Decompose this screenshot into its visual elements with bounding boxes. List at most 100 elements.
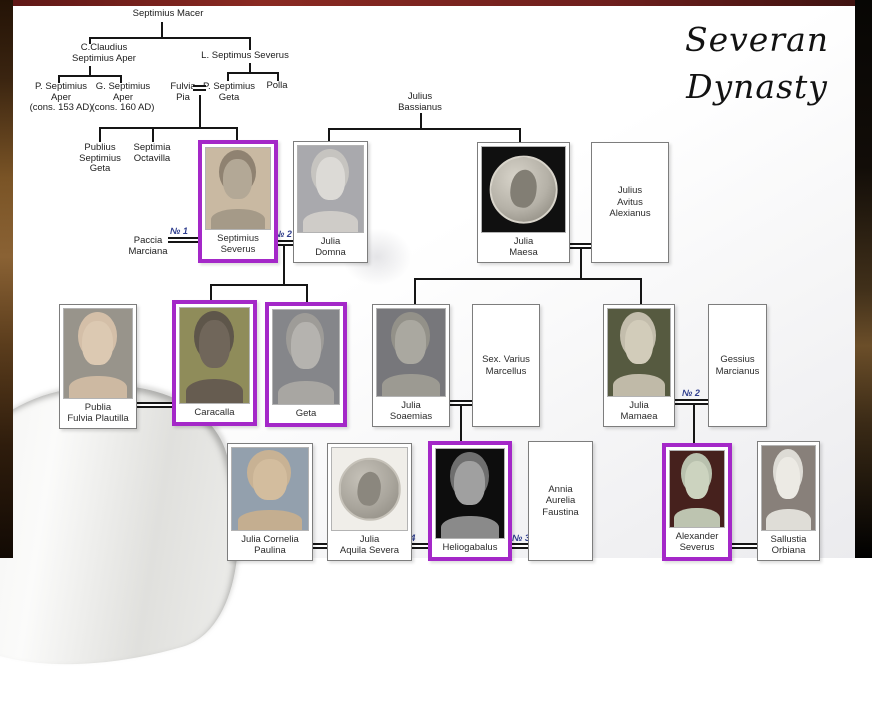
portrait-julia-aquila-severa: [331, 447, 408, 531]
connector-lseptimus-drop: [249, 37, 251, 50]
marriage-line-heliogabalus-annia: [512, 543, 529, 549]
marriage-line-mamaea-gessius: [675, 399, 709, 405]
marriage-label-no2-gessius: № 2: [682, 388, 700, 398]
node-sallustia-orbiana: Sallustia Orbiana: [757, 441, 820, 561]
portrait-julia-domna: [297, 145, 364, 233]
bust-face: [685, 461, 709, 499]
node-gessius-marcianus: Gessius Marcianus: [708, 304, 767, 427]
bust-face: [625, 320, 653, 364]
bust-shoulders: [613, 374, 665, 397]
slide-title: Severan Dynasty: [664, 16, 850, 110]
portrait-publia-fulvia-plautilla: [63, 308, 133, 399]
connector-polla-drop: [277, 72, 279, 81]
connector-caracalla-drop: [210, 284, 212, 301]
label-l-septimus-severus: L. Septimus Severus: [190, 51, 300, 62]
portrait-alexander-severus: [669, 450, 725, 528]
portrait-geta: [272, 309, 340, 405]
caption-julia-mamaea: Julia Mamaea: [607, 397, 671, 423]
caption-julia-domna: Julia Domna: [297, 233, 364, 259]
caption-geta: Geta: [272, 405, 340, 420]
bust-shoulders: [674, 508, 719, 528]
bust-face: [291, 322, 321, 369]
node-julia-maesa: Julia Maesa: [477, 142, 570, 263]
bust-face: [253, 459, 287, 500]
connector-heliogabalus-drop: [460, 404, 462, 442]
node-julia-soaemias: Julia Soaemias: [372, 304, 450, 427]
caption-julia-maesa: Julia Maesa: [481, 233, 566, 259]
connector-maesa-avitus-down: [580, 248, 582, 279]
connector-gen1-bar: [89, 37, 251, 39]
caption-julia-cornelia-paulina: Julia Cornelia Paulina: [231, 531, 309, 557]
connector-soaemias-mamaea-bar: [414, 278, 641, 280]
node-alexander-severus: Alexander Severus: [662, 443, 732, 561]
bust-shoulders: [238, 510, 302, 532]
connector-p-aper-drop: [58, 75, 60, 83]
connector-severus-domna-down: [283, 245, 285, 285]
connector-alexander-drop: [693, 403, 695, 444]
connector-maesa-drop: [519, 128, 521, 143]
node-julia-aquila-severa: Julia Aquila Severa: [327, 443, 412, 561]
marriage-line-fulvia-geta: [193, 85, 206, 91]
node-text-julius-avitus-alexianus: Julius Avitus Alexianus: [595, 146, 665, 259]
portrait-julia-cornelia-paulina: [231, 447, 309, 531]
portrait-septimius-severus: [205, 147, 271, 230]
portrait-heliogabalus: [435, 448, 505, 539]
node-heliogabalus: Heliogabalus: [428, 441, 512, 561]
caption-heliogabalus: Heliogabalus: [435, 539, 505, 554]
connector-severus-drop: [236, 127, 238, 141]
portrait-julia-maesa: [481, 146, 566, 233]
marriage-line-soaemias-marcellus: [450, 400, 473, 406]
node-text-sex-varius-marcellus: Sex. Varius Marcellus: [476, 308, 536, 423]
caption-septimius-severus: Septimius Severus: [205, 230, 271, 256]
connector-pgeta-drop: [227, 72, 229, 81]
connector-mamaea-drop: [640, 278, 642, 305]
caption-alexander-severus: Alexander Severus: [669, 528, 725, 554]
connector-domna-drop: [328, 128, 330, 142]
marriage-line-severus-domna: [277, 240, 294, 246]
connector-claudius-down: [89, 66, 91, 75]
connector-geta-drop: [306, 284, 308, 303]
connector-geta-marriage-down: [199, 95, 201, 127]
connector-aper-bar: [58, 75, 122, 77]
label-septimius-macer: Septimius Macer: [118, 9, 218, 20]
bust-face: [395, 320, 426, 364]
node-annia-aurelia-faustina: Annia Aurelia Faustina: [528, 441, 593, 561]
caption-publia-fulvia-plautilla: Publia Fulvia Plautilla: [63, 399, 133, 425]
node-septimius-severus: Septimius Severus: [198, 140, 278, 263]
node-julia-cornelia-paulina: Julia Cornelia Paulina: [227, 443, 313, 561]
caption-julia-aquila-severa: Julia Aquila Severa: [331, 531, 408, 557]
connector-g-aper-drop: [120, 75, 122, 83]
label-julius-bassianus: Julius Bassianus: [385, 92, 455, 113]
node-caracalla: Caracalla: [172, 300, 257, 426]
bust-shoulders: [69, 376, 126, 399]
bust-shoulders: [303, 211, 358, 234]
connector-octavilla-drop: [152, 127, 154, 142]
node-julia-domna: Julia Domna: [293, 141, 368, 263]
bust-shoulders: [441, 516, 498, 539]
connector-lseptimus-down: [249, 63, 251, 72]
marriage-line-paulina-heliogabalus: [313, 543, 328, 549]
slide-title-line1: Severan: [664, 16, 850, 63]
bust-shoulders: [278, 381, 333, 406]
bust-face: [82, 321, 113, 366]
marriage-line-paccia-severus: [168, 237, 199, 243]
node-text-annia-aurelia-faustina: Annia Aurelia Faustina: [532, 445, 589, 557]
connector-root-drop: [161, 22, 163, 37]
bust-face: [316, 157, 345, 200]
label-p-septimius-geta: P. Septimius Geta: [198, 82, 260, 103]
label-publius-septimius-geta: Publius Septimius Geta: [74, 143, 126, 175]
label-g-septimius-aper: G. Septimius Aper (cons. 160 AD): [85, 82, 161, 114]
top-border-strip: [0, 0, 872, 6]
node-text-gessius-marcianus: Gessius Marcianus: [712, 308, 763, 423]
bust-shoulders: [186, 379, 244, 404]
connector-claudius-drop: [89, 37, 91, 44]
connector-bassianus-bar: [328, 128, 521, 130]
portrait-sallustia-orbiana: [761, 445, 816, 531]
connector-bassianus-down: [420, 113, 422, 129]
portrait-julia-mamaea: [607, 308, 671, 397]
connector-soaemias-drop: [414, 278, 416, 305]
left-border-strip: [0, 0, 13, 558]
slide-title-line2: Dynasty: [664, 63, 850, 110]
marriage-line-aquila-heliogabalus: [412, 543, 429, 549]
portrait-julia-soaemias: [376, 308, 446, 397]
